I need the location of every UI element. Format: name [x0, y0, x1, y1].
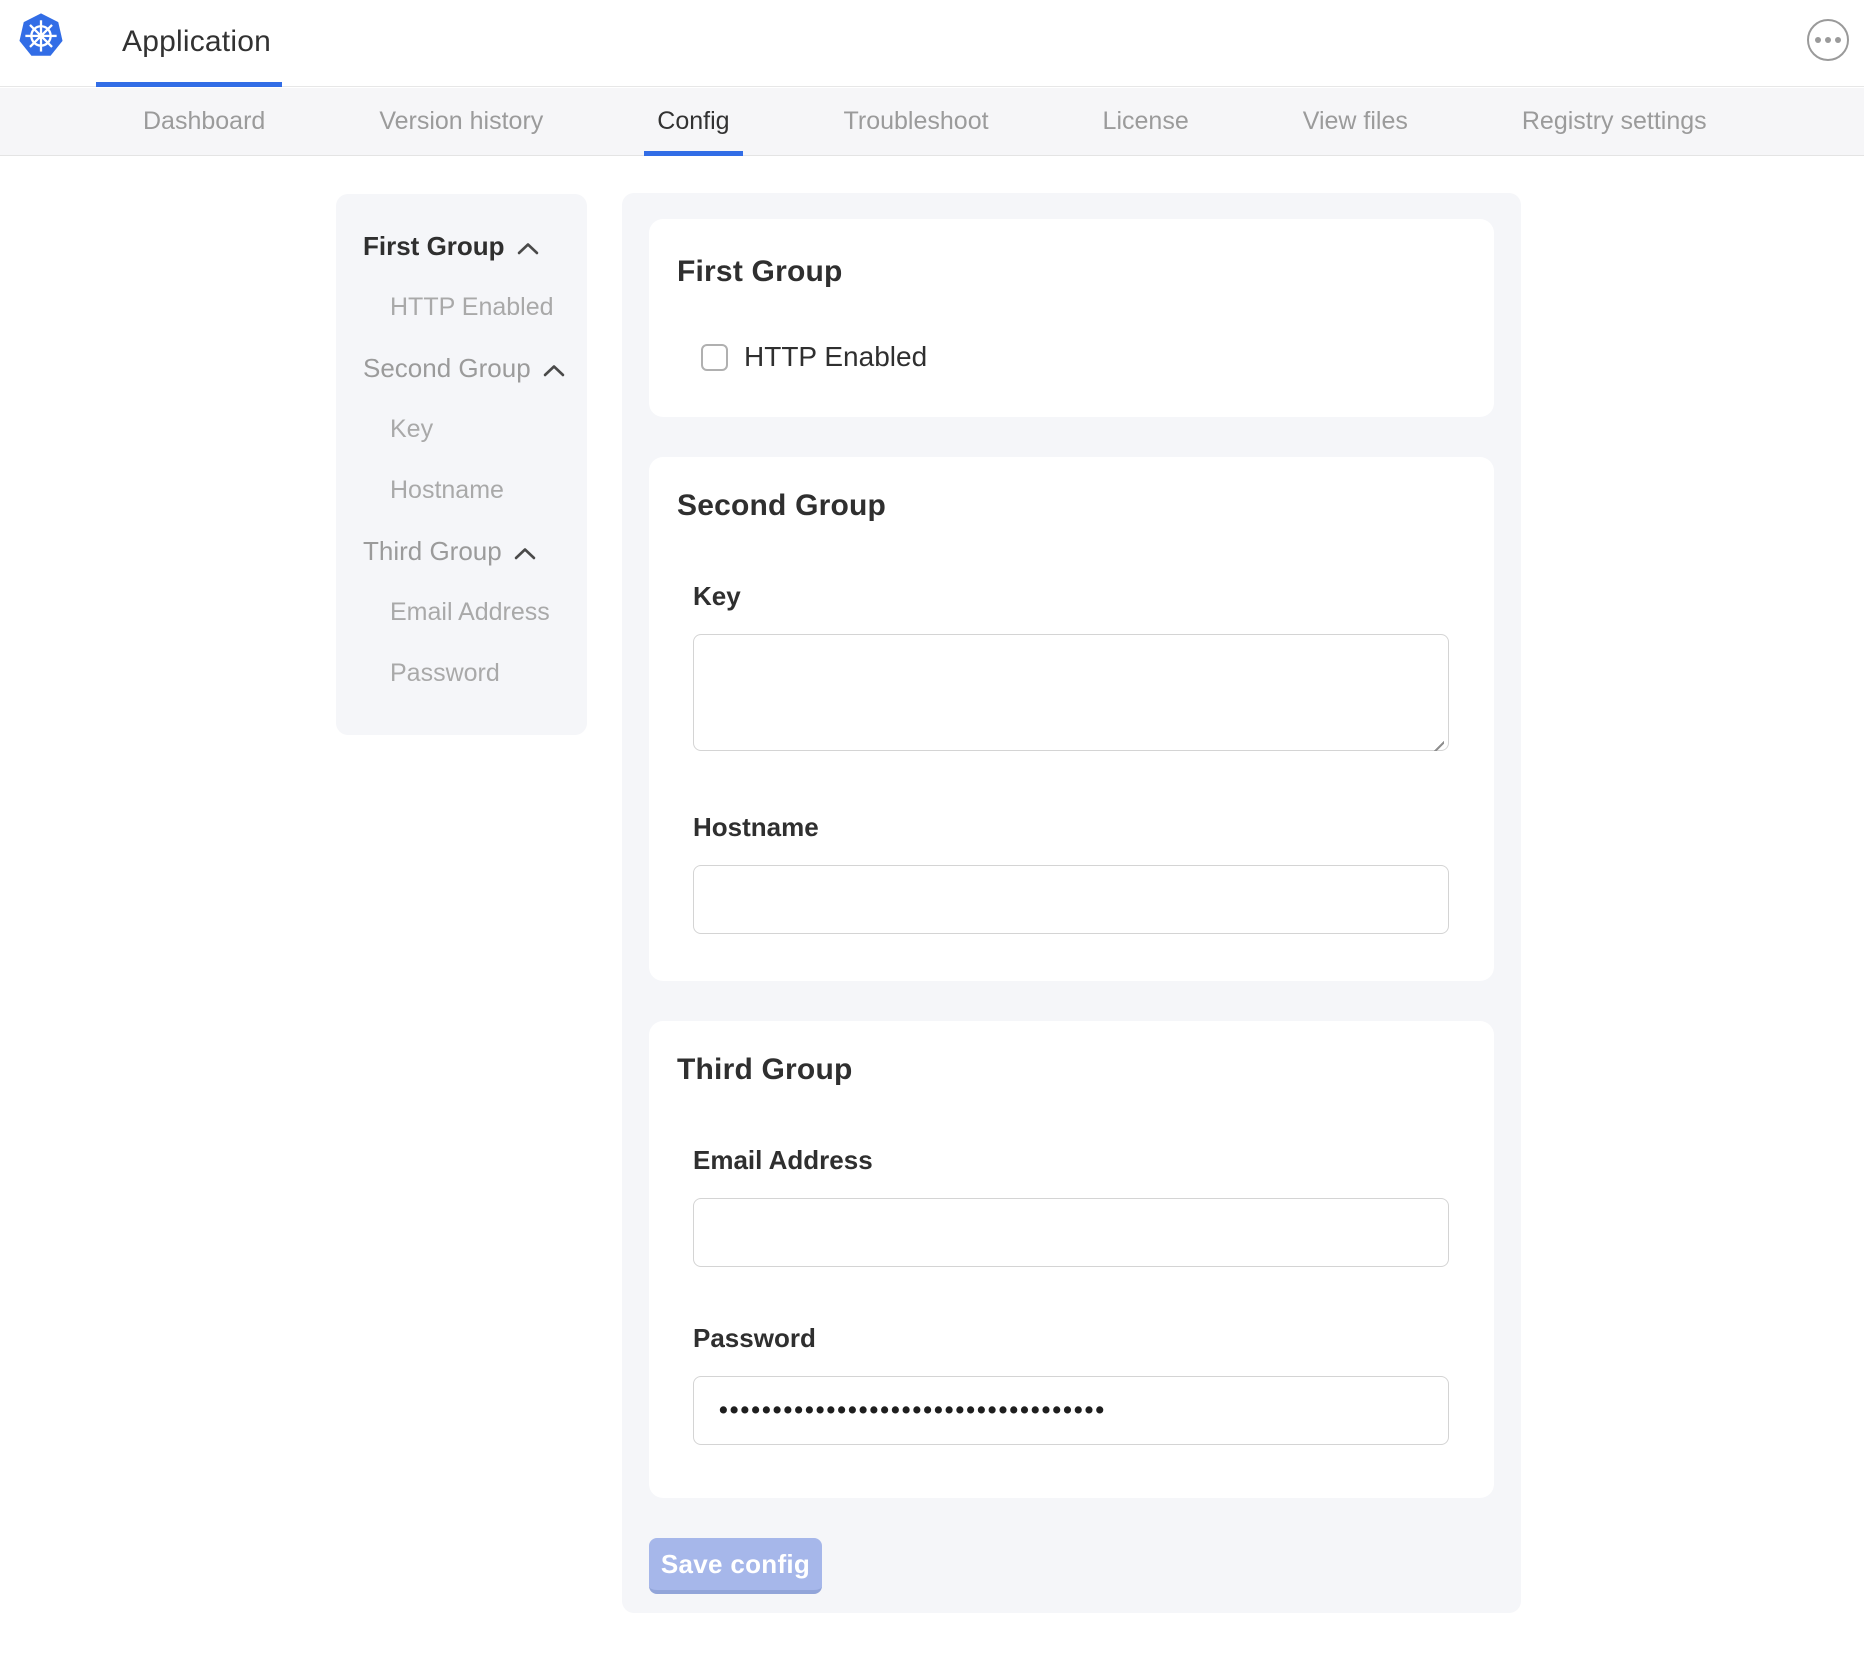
sidebar-group-third-group[interactable]: Third Group — [363, 521, 587, 582]
tab-config[interactable]: Config — [644, 88, 742, 156]
email-address-field: Email Address — [693, 1145, 1449, 1267]
http-enabled-label[interactable]: HTTP Enabled — [744, 341, 927, 373]
admin-console-page: Application Dashboard Version history Co… — [0, 0, 1864, 1680]
config-card-second-group: Second Group Key Hostname — [649, 457, 1494, 981]
config-group-title: First Group — [677, 255, 1466, 289]
ellipsis-dot — [1815, 37, 1821, 43]
app-header: Application — [0, 0, 1864, 87]
tab-version-history[interactable]: Version history — [366, 88, 556, 156]
tab-dashboard[interactable]: Dashboard — [130, 88, 278, 156]
config-card-third-group: Third Group Email Address Password — [649, 1021, 1494, 1498]
sidebar-item-key[interactable]: Key — [363, 399, 587, 460]
key-textarea[interactable] — [693, 634, 1449, 751]
sidebar-group-label: First Group — [363, 231, 505, 262]
key-field: Key — [693, 581, 1449, 756]
config-card-first-group: First Group HTTP Enabled — [649, 219, 1494, 417]
email-address-input[interactable] — [693, 1198, 1449, 1267]
ellipsis-dot — [1835, 37, 1841, 43]
http-enabled-field: HTTP Enabled — [701, 341, 1466, 373]
sidebar-item-email-address[interactable]: Email Address — [363, 582, 587, 643]
tab-registry-settings[interactable]: Registry settings — [1509, 88, 1720, 156]
sidebar-group-label: Second Group — [363, 353, 531, 384]
chevron-up-icon — [517, 242, 539, 255]
sidebar-group-label: Third Group — [363, 536, 502, 567]
password-field: Password — [693, 1323, 1449, 1445]
sidebar-group-first-group[interactable]: First Group — [363, 216, 587, 277]
password-input[interactable] — [693, 1376, 1449, 1445]
sidebar-item-password[interactable]: Password — [363, 643, 587, 704]
config-panel: First Group HTTP Enabled Second Group Ke… — [622, 193, 1521, 1613]
config-group-sidebar: First Group HTTP Enabled Second Group Ke… — [336, 194, 587, 735]
tab-view-files[interactable]: View files — [1290, 88, 1421, 156]
chevron-up-icon — [514, 547, 536, 560]
ellipsis-dot — [1825, 37, 1831, 43]
hostname-label: Hostname — [693, 812, 1449, 843]
key-label: Key — [693, 581, 1449, 612]
sidebar-group-second-group[interactable]: Second Group — [363, 338, 587, 399]
password-label: Password — [693, 1323, 1449, 1354]
kubernetes-logo-icon — [18, 12, 64, 58]
config-group-title: Second Group — [677, 489, 1466, 523]
app-title-tab[interactable]: Application — [122, 0, 271, 84]
chevron-up-icon — [543, 364, 565, 377]
active-app-underline — [96, 82, 282, 87]
config-group-title: Third Group — [677, 1053, 1466, 1087]
tab-troubleshoot[interactable]: Troubleshoot — [831, 88, 1002, 156]
app-nav-tabs: Dashboard Version history Config Trouble… — [0, 88, 1864, 156]
tab-license[interactable]: License — [1090, 88, 1202, 156]
hostname-input[interactable] — [693, 865, 1449, 934]
sidebar-item-hostname[interactable]: Hostname — [363, 460, 587, 521]
ellipsis-menu-button[interactable] — [1807, 19, 1849, 61]
sidebar-item-http-enabled[interactable]: HTTP Enabled — [363, 277, 587, 338]
hostname-field: Hostname — [693, 812, 1449, 934]
http-enabled-checkbox[interactable] — [701, 344, 728, 371]
email-address-label: Email Address — [693, 1145, 1449, 1176]
save-config-button[interactable]: Save config — [649, 1538, 822, 1594]
